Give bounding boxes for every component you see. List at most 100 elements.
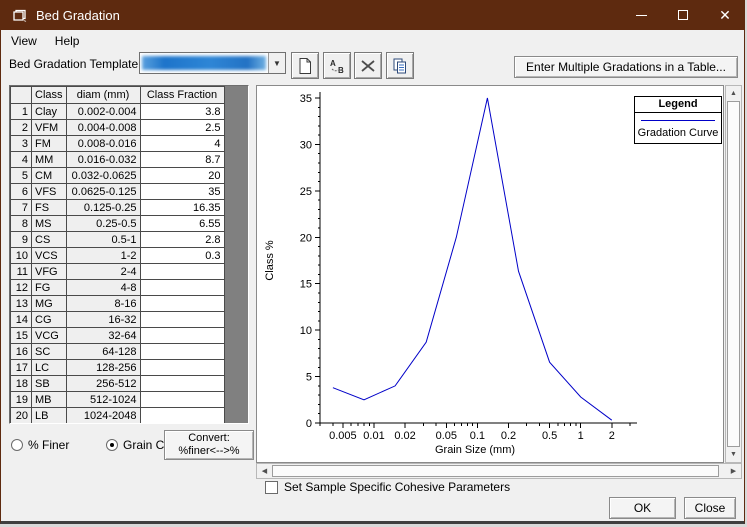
diam-cell[interactable]: 0.002-0.004 bbox=[66, 104, 140, 120]
radio-percent-finer[interactable]: % Finer bbox=[11, 438, 69, 452]
row-number-cell: 7 bbox=[11, 200, 32, 216]
diam-cell[interactable]: 0.004-0.008 bbox=[66, 120, 140, 136]
scroll-down-button[interactable]: ▼ bbox=[726, 447, 741, 462]
cohesive-parameters-checkbox[interactable] bbox=[265, 481, 278, 494]
fraction-cell[interactable] bbox=[140, 328, 224, 344]
template-dropdown[interactable]: ▼ bbox=[139, 52, 286, 74]
minimize-button[interactable] bbox=[620, 0, 662, 30]
close-window-button[interactable]: ✕ bbox=[704, 0, 745, 30]
radio-circle-grain-class[interactable] bbox=[106, 439, 118, 451]
class-cell[interactable]: FS bbox=[32, 200, 67, 216]
class-cell[interactable]: VFS bbox=[32, 184, 67, 200]
fraction-cell[interactable] bbox=[140, 344, 224, 360]
table-row: 2VFM0.004-0.0082.5 bbox=[11, 120, 225, 136]
rename-template-button[interactable]: A B bbox=[323, 52, 351, 79]
diam-cell[interactable]: 0.032-0.0625 bbox=[66, 168, 140, 184]
diam-cell[interactable]: 128-256 bbox=[66, 360, 140, 376]
table-row: 3FM0.008-0.0164 bbox=[11, 136, 225, 152]
window-icon bbox=[12, 8, 28, 22]
fraction-cell[interactable] bbox=[140, 376, 224, 392]
fraction-cell[interactable]: 16.35 bbox=[140, 200, 224, 216]
vertical-scroll-thumb[interactable] bbox=[727, 101, 740, 447]
class-cell[interactable]: LC bbox=[32, 360, 67, 376]
fraction-cell[interactable]: 2.8 bbox=[140, 232, 224, 248]
diam-cell[interactable]: 1024-2048 bbox=[66, 408, 140, 424]
fraction-cell[interactable] bbox=[140, 360, 224, 376]
class-cell[interactable]: SC bbox=[32, 344, 67, 360]
close-button[interactable]: Close bbox=[684, 497, 736, 519]
minimize-icon bbox=[636, 15, 647, 16]
class-cell[interactable]: LB bbox=[32, 408, 67, 424]
class-cell[interactable]: MB bbox=[32, 392, 67, 408]
menu-view[interactable]: View bbox=[3, 31, 45, 51]
class-cell[interactable]: CG bbox=[32, 312, 67, 328]
radio-circle-finer[interactable] bbox=[11, 439, 23, 451]
diam-cell[interactable]: 256-512 bbox=[66, 376, 140, 392]
diam-cell[interactable]: 512-1024 bbox=[66, 392, 140, 408]
chevron-down-icon: ▼ bbox=[273, 59, 281, 68]
new-template-button[interactable] bbox=[291, 52, 319, 79]
fraction-cell[interactable]: 6.55 bbox=[140, 216, 224, 232]
svg-text:35: 35 bbox=[300, 93, 312, 105]
chart-horizontal-scrollbar[interactable]: ◀ ▶ bbox=[256, 463, 742, 479]
chart-vertical-scrollbar[interactable]: ▲ ▼ bbox=[725, 85, 742, 463]
diam-cell[interactable]: 8-16 bbox=[66, 296, 140, 312]
dropdown-arrow-button[interactable]: ▼ bbox=[268, 53, 285, 73]
diam-cell[interactable]: 1-2 bbox=[66, 248, 140, 264]
fraction-cell[interactable]: 8.7 bbox=[140, 152, 224, 168]
class-cell[interactable]: VCG bbox=[32, 328, 67, 344]
enter-multiple-gradations-button[interactable]: Enter Multiple Gradations in a Table... bbox=[514, 56, 738, 78]
class-cell[interactable]: VCS bbox=[32, 248, 67, 264]
table-row: 4MM0.016-0.0328.7 bbox=[11, 152, 225, 168]
class-cell[interactable]: VFG bbox=[32, 264, 67, 280]
scroll-up-button[interactable]: ▲ bbox=[726, 86, 741, 101]
fraction-cell[interactable] bbox=[140, 280, 224, 296]
diam-cell[interactable]: 0.0625-0.125 bbox=[66, 184, 140, 200]
fraction-cell[interactable] bbox=[140, 264, 224, 280]
fraction-cell[interactable]: 2.5 bbox=[140, 120, 224, 136]
triangle-down-icon: ▼ bbox=[730, 451, 737, 458]
ok-button[interactable]: OK bbox=[609, 497, 676, 519]
diam-cell[interactable]: 4-8 bbox=[66, 280, 140, 296]
fraction-cell[interactable]: 3.8 bbox=[140, 104, 224, 120]
diam-cell[interactable]: 0.008-0.016 bbox=[66, 136, 140, 152]
diam-cell[interactable]: 0.5-1 bbox=[66, 232, 140, 248]
class-cell[interactable]: MG bbox=[32, 296, 67, 312]
table-row: 1Clay0.002-0.0043.8 bbox=[11, 104, 225, 120]
radio-label-finer: % Finer bbox=[28, 438, 69, 452]
menu-help[interactable]: Help bbox=[47, 31, 88, 51]
class-cell[interactable]: FM bbox=[32, 136, 67, 152]
maximize-button[interactable] bbox=[662, 0, 704, 30]
fraction-cell[interactable] bbox=[140, 408, 224, 424]
class-cell[interactable]: Clay bbox=[32, 104, 67, 120]
class-cell[interactable]: CM bbox=[32, 168, 67, 184]
diam-cell[interactable]: 64-128 bbox=[66, 344, 140, 360]
class-cell[interactable]: VFM bbox=[32, 120, 67, 136]
fraction-cell[interactable]: 20 bbox=[140, 168, 224, 184]
class-cell[interactable]: SB bbox=[32, 376, 67, 392]
fraction-cell[interactable]: 35 bbox=[140, 184, 224, 200]
table-row: 15VCG32-64 bbox=[11, 328, 225, 344]
copy-template-button[interactable] bbox=[386, 52, 414, 79]
diam-cell[interactable]: 0.125-0.25 bbox=[66, 200, 140, 216]
diam-cell[interactable]: 0.016-0.032 bbox=[66, 152, 140, 168]
gradation-chart: 051015202530350.0050.010.020.050.10.20.5… bbox=[256, 85, 724, 463]
diam-cell[interactable]: 16-32 bbox=[66, 312, 140, 328]
delete-template-button[interactable] bbox=[354, 52, 382, 79]
fraction-cell[interactable] bbox=[140, 392, 224, 408]
class-cell[interactable]: MS bbox=[32, 216, 67, 232]
diam-cell[interactable]: 32-64 bbox=[66, 328, 140, 344]
diam-cell[interactable]: 2-4 bbox=[66, 264, 140, 280]
convert-button[interactable]: Convert: %finer<-->% bbox=[164, 430, 254, 460]
diam-cell[interactable]: 0.25-0.5 bbox=[66, 216, 140, 232]
horizontal-scroll-thumb[interactable] bbox=[272, 465, 719, 477]
class-cell[interactable]: FG bbox=[32, 280, 67, 296]
scroll-right-button[interactable]: ▶ bbox=[726, 464, 741, 478]
fraction-cell[interactable] bbox=[140, 312, 224, 328]
fraction-cell[interactable]: 0.3 bbox=[140, 248, 224, 264]
fraction-cell[interactable] bbox=[140, 296, 224, 312]
fraction-cell[interactable]: 4 bbox=[140, 136, 224, 152]
class-cell[interactable]: CS bbox=[32, 232, 67, 248]
class-cell[interactable]: MM bbox=[32, 152, 67, 168]
scroll-left-button[interactable]: ◀ bbox=[257, 464, 272, 478]
